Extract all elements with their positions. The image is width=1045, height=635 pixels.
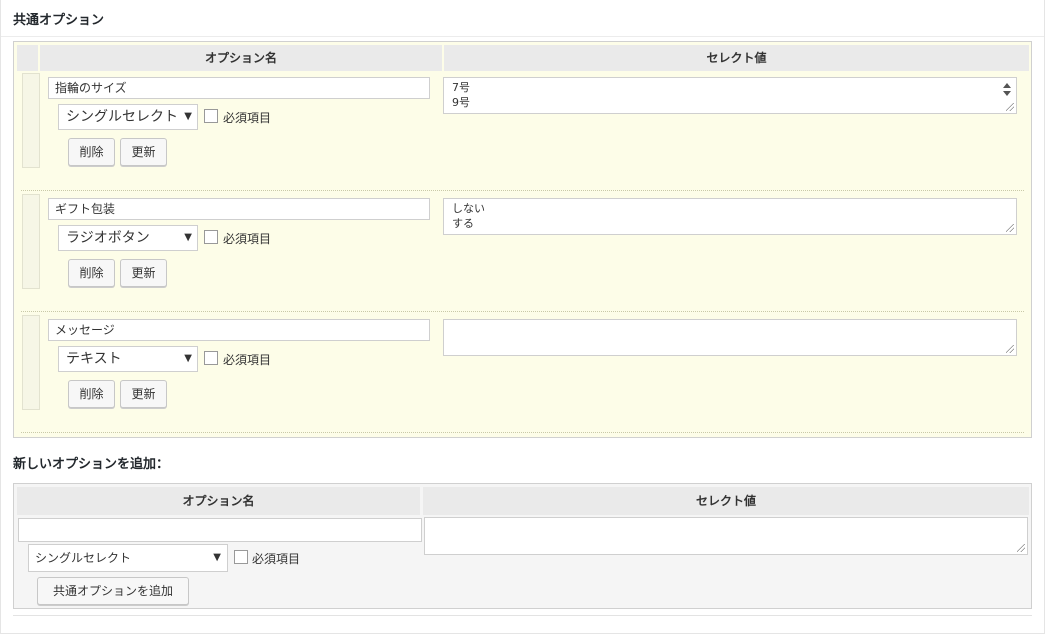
resize-grip-icon[interactable] — [1017, 544, 1025, 552]
update-button[interactable]: 更新 — [120, 380, 167, 408]
add-option-table: オプション名 セレクト値 シングルセレクト ▼ 必須項目 共通オプションを追加 — [13, 483, 1032, 609]
new-select-values-textarea[interactable] — [424, 517, 1028, 555]
delete-button[interactable]: 削除 — [68, 380, 115, 408]
scroll-down-icon[interactable] — [1003, 91, 1011, 96]
section-title: 共通オプション — [13, 13, 105, 28]
chevron-down-icon: ▼ — [213, 552, 221, 563]
option-type-select[interactable]: ラジオボタン ▼ — [58, 225, 198, 251]
required-label: 必須項目 — [223, 111, 272, 125]
row-divider — [21, 432, 1024, 433]
bottom-divider — [13, 615, 1032, 616]
add-common-option-button[interactable]: 共通オプションを追加 — [37, 577, 189, 605]
option-type-value: テキスト — [66, 351, 122, 367]
resize-grip-icon[interactable] — [1006, 345, 1014, 353]
required-label: 必須項目 — [223, 232, 272, 246]
required-label: 必須項目 — [223, 353, 272, 367]
chevron-down-icon: ▼ — [184, 353, 192, 364]
new-required-label: 必須項目 — [252, 552, 301, 566]
common-options-table: オプション名 セレクト値 指輪のサイズ シングルセレクト ▼ 必須項目 削除 更… — [13, 41, 1032, 438]
header-select-value: セレクト値 — [423, 487, 1029, 515]
chevron-down-icon: ▼ — [184, 111, 192, 122]
option-name-input[interactable]: 指輪のサイズ — [48, 77, 430, 99]
header-option-name: オプション名 — [40, 45, 442, 71]
option-row: ギフト包装 ラジオボタン ▼ 必須項目 削除 更新 しない する — [14, 191, 1031, 312]
option-name-input[interactable]: ギフト包装 — [48, 198, 430, 220]
scroll-up-icon[interactable] — [1003, 83, 1011, 88]
add-option-title: 新しいオプションを追加： — [13, 457, 170, 472]
option-type-value: シングルセレクト — [66, 109, 178, 125]
option-type-select[interactable]: テキスト ▼ — [58, 346, 198, 372]
new-option-name-input[interactable] — [18, 518, 422, 542]
header-select-value: セレクト値 — [444, 45, 1029, 71]
select-values-text: しない する — [452, 202, 485, 230]
select-values-textarea[interactable]: しない する — [443, 198, 1017, 235]
drag-handle[interactable] — [22, 315, 40, 410]
option-row: メッセージ テキスト ▼ 必須項目 削除 更新 — [14, 312, 1031, 433]
title-divider — [1, 36, 1044, 37]
header-option-name: オプション名 — [17, 487, 420, 515]
resize-grip-icon[interactable] — [1006, 103, 1014, 111]
select-values-textarea[interactable]: 7号 9号 — [443, 77, 1017, 114]
new-option-type-select[interactable]: シングルセレクト ▼ — [28, 544, 228, 572]
required-checkbox[interactable] — [204, 109, 218, 123]
header-drag-column — [17, 45, 38, 71]
option-row: 指輪のサイズ シングルセレクト ▼ 必須項目 削除 更新 7号 9号 — [14, 70, 1031, 191]
resize-grip-icon[interactable] — [1006, 224, 1014, 232]
new-required-checkbox[interactable] — [234, 550, 248, 564]
option-type-value: ラジオボタン — [66, 230, 150, 246]
required-checkbox[interactable] — [204, 351, 218, 365]
select-values-textarea[interactable] — [443, 319, 1017, 356]
delete-button[interactable]: 削除 — [68, 138, 115, 166]
select-values-text: 7号 9号 — [452, 81, 470, 109]
option-name-input[interactable]: メッセージ — [48, 319, 430, 341]
update-button[interactable]: 更新 — [120, 138, 167, 166]
new-option-type-value: シングルセレクト — [35, 551, 132, 565]
delete-button[interactable]: 削除 — [68, 259, 115, 287]
required-checkbox[interactable] — [204, 230, 218, 244]
update-button[interactable]: 更新 — [120, 259, 167, 287]
drag-handle[interactable] — [22, 73, 40, 168]
chevron-down-icon: ▼ — [184, 232, 192, 243]
option-type-select[interactable]: シングルセレクト ▼ — [58, 104, 198, 130]
drag-handle[interactable] — [22, 194, 40, 289]
